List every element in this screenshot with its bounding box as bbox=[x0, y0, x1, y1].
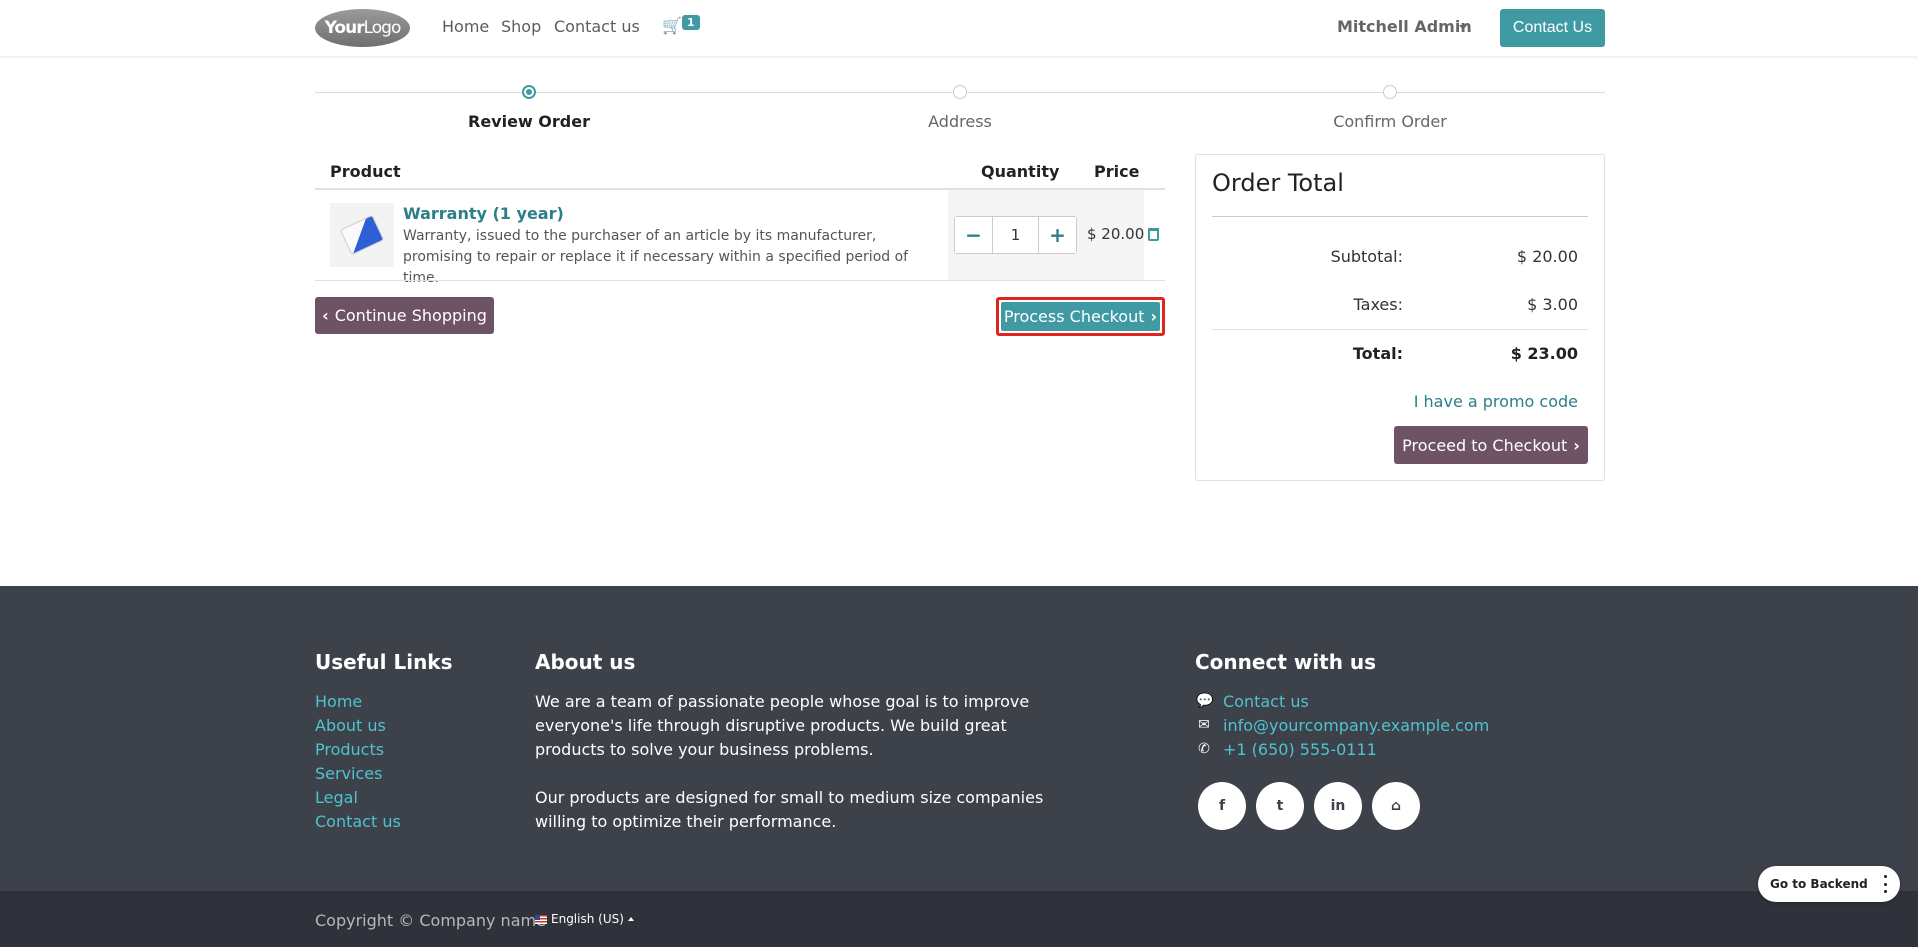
footer-link-services[interactable]: Services bbox=[315, 764, 382, 783]
product-box-graphic bbox=[339, 214, 385, 256]
site-logo[interactable]: Your Logo bbox=[315, 9, 410, 47]
user-menu[interactable]: Mitchell Admin bbox=[1337, 17, 1472, 36]
taxes-value: $ 3.00 bbox=[1527, 295, 1578, 314]
copyright-bar bbox=[0, 891, 1918, 947]
table-row-divider bbox=[315, 280, 1165, 281]
line-price: $ 20.00 bbox=[1087, 225, 1145, 243]
chevron-right-icon: › bbox=[1573, 435, 1580, 455]
continue-shopping-label: Continue Shopping bbox=[334, 306, 487, 325]
order-total-title: Order Total bbox=[1212, 169, 1344, 197]
copyright-text: Copyright © Company name bbox=[315, 911, 546, 930]
footer-phone-link[interactable]: +1 (650) 555-0111 bbox=[1223, 740, 1377, 759]
us-flag-icon bbox=[535, 914, 547, 924]
subtotal-label: Subtotal: bbox=[1330, 247, 1403, 266]
caret-up-icon bbox=[627, 917, 634, 921]
column-header-quantity: Quantity bbox=[981, 162, 1060, 181]
footer-link-legal[interactable]: Legal bbox=[315, 788, 358, 807]
quantity-stepper: − + bbox=[954, 216, 1077, 254]
total-value: $ 23.00 bbox=[1510, 344, 1578, 363]
language-label: English (US) bbox=[551, 912, 624, 926]
proceed-to-checkout-label: Proceed to Checkout bbox=[1402, 435, 1568, 455]
nav-home[interactable]: Home bbox=[442, 17, 489, 36]
about-us-paragraph-2: Our products are designed for small to m… bbox=[535, 788, 1044, 831]
step-dot-confirm-order bbox=[1383, 85, 1397, 99]
twitter-icon[interactable]: t bbox=[1256, 782, 1304, 830]
footer-contact-link[interactable]: Contact us bbox=[1223, 692, 1309, 711]
linkedin-icon[interactable]: in bbox=[1314, 782, 1362, 830]
minus-icon[interactable]: − bbox=[955, 217, 993, 253]
total-divider bbox=[1212, 329, 1588, 330]
chevron-left-icon: ‹ bbox=[322, 306, 329, 325]
home-icon[interactable]: ⌂ bbox=[1372, 782, 1420, 830]
product-image[interactable] bbox=[330, 203, 394, 267]
site-header: Your Logo Home Shop Contact us 🛒 1 Mitche… bbox=[0, 0, 1918, 56]
product-name-link[interactable]: Warranty (1 year) bbox=[403, 204, 564, 223]
continue-shopping-button[interactable]: ‹ Continue Shopping bbox=[315, 297, 494, 334]
more-options-icon[interactable] bbox=[1878, 875, 1892, 893]
nav-shop[interactable]: Shop bbox=[501, 17, 541, 36]
process-checkout-label: Process Checkout bbox=[1003, 307, 1145, 326]
footer-link-products[interactable]: Products bbox=[315, 740, 384, 759]
facebook-icon[interactable]: f bbox=[1198, 782, 1246, 830]
taxes-label: Taxes: bbox=[1353, 295, 1403, 314]
chevron-right-icon: › bbox=[1150, 307, 1158, 326]
footer-link-about-us[interactable]: About us bbox=[315, 716, 386, 735]
promo-code-link[interactable]: I have a promo code bbox=[1400, 392, 1578, 411]
process-checkout-highlight: Process Checkout › bbox=[996, 297, 1165, 336]
process-checkout-button[interactable]: Process Checkout › bbox=[1001, 302, 1160, 331]
footer-link-home[interactable]: Home bbox=[315, 692, 362, 711]
step-label-address: Address bbox=[928, 112, 992, 131]
language-selector[interactable]: English (US) bbox=[535, 912, 634, 926]
quantity-input[interactable] bbox=[993, 217, 1038, 253]
plus-icon[interactable]: + bbox=[1038, 217, 1076, 253]
go-to-backend-button[interactable]: Go to Backend bbox=[1758, 866, 1900, 902]
nav-contact-us[interactable]: Contact us bbox=[554, 17, 640, 36]
cart-count-badge: 1 bbox=[682, 15, 700, 30]
comment-icon: 💬 bbox=[1196, 693, 1214, 709]
logo-text-suffix: Logo bbox=[363, 18, 402, 38]
trash-icon[interactable] bbox=[1148, 228, 1159, 241]
step-label-review-order: Review Order bbox=[468, 112, 590, 131]
connect-title: Connect with us bbox=[1195, 650, 1377, 674]
cart-icon[interactable]: 🛒 bbox=[662, 16, 682, 35]
step-dot-review-order bbox=[522, 85, 536, 99]
column-header-price: Price bbox=[1094, 162, 1140, 181]
about-us-title: About us bbox=[535, 650, 636, 674]
logo-text-prefix: Your bbox=[324, 18, 365, 38]
caret-down-icon bbox=[1459, 25, 1467, 30]
column-header-product: Product bbox=[330, 162, 401, 181]
proceed-to-checkout-button[interactable]: Proceed to Checkout › bbox=[1394, 426, 1588, 464]
footer-link-contact-us[interactable]: Contact us bbox=[315, 812, 401, 831]
phone-icon: ✆ bbox=[1198, 741, 1210, 757]
envelope-icon: ✉ bbox=[1198, 717, 1210, 733]
about-us-paragraph-1: We are a team of passionate people whose… bbox=[535, 692, 1030, 759]
step-dot-address bbox=[953, 85, 967, 99]
contact-us-button[interactable]: Contact Us bbox=[1500, 9, 1605, 47]
useful-links-title: Useful Links bbox=[315, 650, 453, 674]
subtotal-value: $ 20.00 bbox=[1516, 247, 1578, 266]
step-label-confirm-order: Confirm Order bbox=[1333, 112, 1447, 131]
footer-email-link[interactable]: info@yourcompany.example.com bbox=[1223, 716, 1489, 735]
total-label: Total: bbox=[1352, 344, 1403, 363]
order-total-divider bbox=[1212, 216, 1588, 217]
go-to-backend-label: Go to Backend bbox=[1770, 877, 1868, 891]
